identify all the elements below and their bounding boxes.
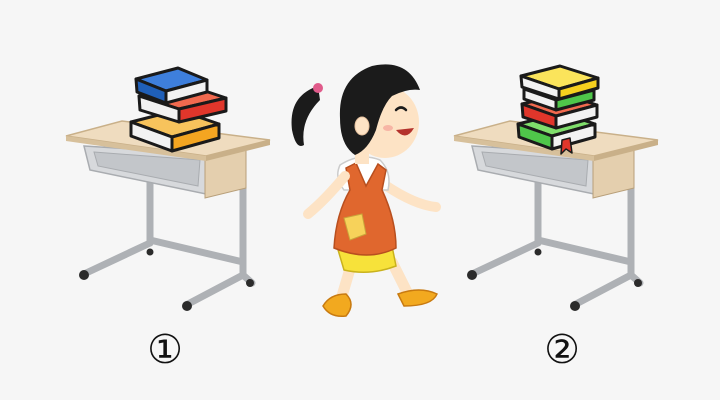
- desk-2-wheel: [634, 279, 642, 287]
- girl-cheek: [383, 125, 393, 131]
- desk-1-number-label: ①: [147, 327, 183, 373]
- desk-2-wheel: [570, 301, 580, 311]
- desk-1-wheel: [79, 270, 89, 280]
- desk-1-wheel: [182, 301, 192, 311]
- desk-1-frame: [80, 171, 256, 308]
- illustration-stage: ① ②: [0, 0, 720, 400]
- book-stack-1: [129, 66, 228, 153]
- girl-front-shoe: [322, 293, 352, 318]
- walking-girl: [291, 64, 441, 318]
- desk-1-wheel: [146, 248, 154, 256]
- desk-2: [453, 120, 659, 311]
- girl-hair-tie: [313, 83, 323, 93]
- scene-artwork: [65, 64, 659, 318]
- desk-2-number-label: ②: [544, 327, 580, 373]
- desk-2-wheel: [534, 248, 542, 256]
- book-stack-2: [516, 64, 600, 155]
- desk-2-wheel: [467, 270, 477, 280]
- desk-2-frame: [468, 171, 644, 308]
- girl-back-shoe: [396, 289, 438, 307]
- girl-ear: [354, 116, 370, 136]
- girl-ponytail: [291, 86, 320, 146]
- girl-back-arm: [380, 180, 441, 212]
- desk-1-wheel: [246, 279, 254, 287]
- girl-front-arm: [303, 171, 350, 219]
